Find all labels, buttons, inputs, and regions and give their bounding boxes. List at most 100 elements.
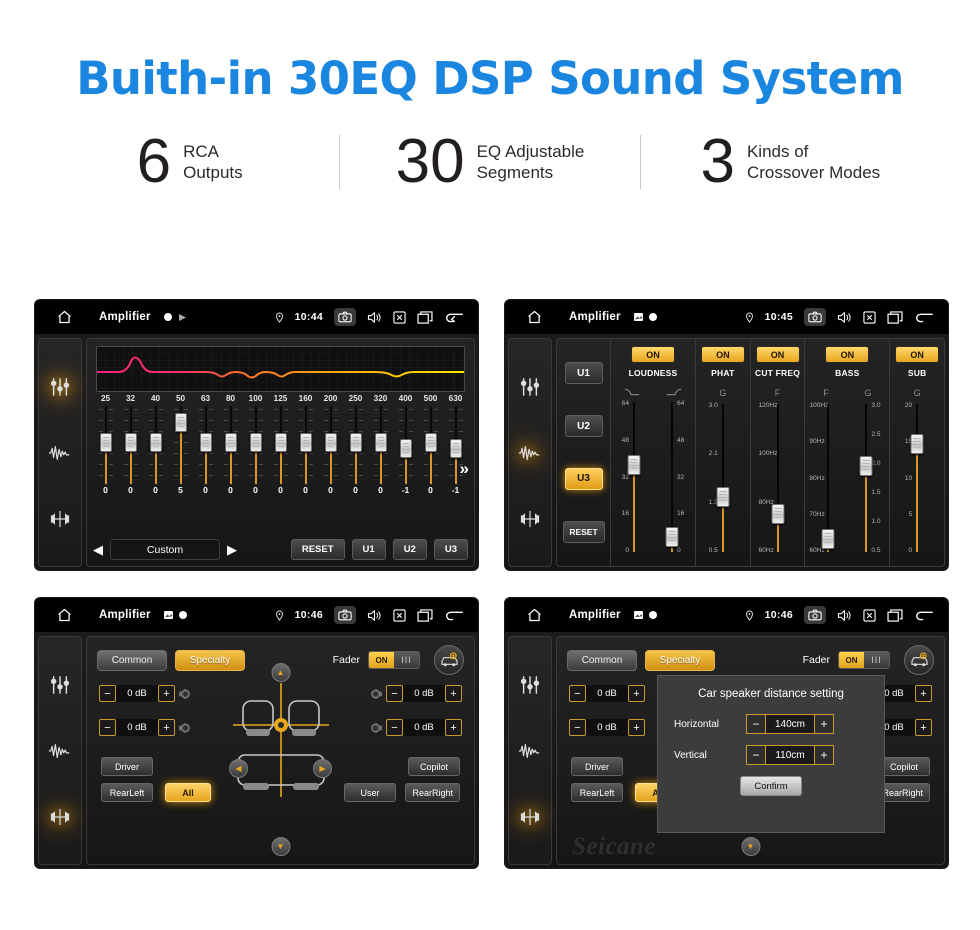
volume-icon[interactable]: [367, 311, 382, 324]
on-toggle-button[interactable]: ON: [631, 346, 675, 363]
back-icon[interactable]: [914, 311, 934, 324]
fader-toggle[interactable]: ON III: [368, 651, 420, 669]
slider-knob[interactable]: [299, 433, 312, 453]
next-page-icon[interactable]: »: [460, 459, 469, 479]
fader-toggle[interactable]: ON III: [838, 651, 890, 669]
eq-slider[interactable]: [368, 406, 393, 484]
dsp-slider[interactable]: 64 48 32 16 0: [653, 400, 691, 560]
dsp-slider[interactable]: 3.0 2.1 1.3 0.5: [704, 402, 742, 560]
eq-slider[interactable]: [118, 406, 143, 484]
seat-button-driver[interactable]: Driver: [571, 757, 623, 776]
slider-knob[interactable]: [665, 527, 679, 547]
nudge-left-button[interactable]: ◀: [229, 759, 248, 778]
recent-apps-icon[interactable]: [887, 608, 903, 622]
volume-icon[interactable]: [367, 609, 382, 622]
back-icon[interactable]: [914, 609, 934, 622]
increase-button[interactable]: +: [814, 745, 834, 765]
increase-button[interactable]: +: [445, 685, 462, 702]
eq-slider[interactable]: [93, 406, 118, 484]
eq-slider[interactable]: [293, 406, 318, 484]
mute-icon[interactable]: [393, 608, 406, 622]
camera-icon[interactable]: [804, 308, 826, 326]
waveform-icon[interactable]: [518, 742, 542, 760]
balance-icon[interactable]: [519, 509, 541, 529]
balance-icon[interactable]: [49, 807, 71, 827]
car-distance-icon[interactable]: [434, 645, 464, 675]
dsp-slider[interactable]: 64 48 32 16 0: [615, 400, 653, 560]
dsp-slider[interactable]: 100Hz 90Hz 80Hz 70Hz 60Hz: [809, 402, 847, 560]
nudge-up-button[interactable]: ▲: [271, 663, 290, 682]
recent-apps-icon[interactable]: [887, 310, 903, 324]
eq-slider[interactable]: [393, 406, 418, 484]
slider-knob[interactable]: [274, 433, 287, 453]
u1-button[interactable]: U1: [564, 362, 603, 385]
tab-specialty[interactable]: Specialty: [645, 649, 715, 671]
nudge-right-button[interactable]: ▶: [313, 759, 332, 778]
dsp-slider[interactable]: 20 15 10 5 0: [898, 402, 936, 560]
u3-button[interactable]: U3: [433, 539, 468, 560]
slider-knob[interactable]: [249, 433, 262, 453]
seat-button-all[interactable]: All: [165, 783, 211, 802]
home-icon[interactable]: [47, 309, 81, 325]
car-distance-icon[interactable]: [904, 645, 934, 675]
reset-button[interactable]: RESET: [290, 539, 345, 560]
slider-knob[interactable]: [716, 487, 730, 508]
increase-button[interactable]: +: [915, 719, 932, 736]
car-seat-diagram[interactable]: [221, 675, 341, 805]
camera-icon[interactable]: [334, 606, 356, 624]
equalizer-icon[interactable]: [49, 675, 71, 695]
increase-button[interactable]: +: [628, 719, 645, 736]
slider-knob[interactable]: [224, 433, 237, 453]
seat-button-rearleft[interactable]: RearLeft: [571, 783, 623, 802]
home-icon[interactable]: [47, 607, 81, 623]
home-icon[interactable]: [517, 309, 551, 325]
eq-slider[interactable]: [243, 406, 268, 484]
slider-knob[interactable]: [99, 433, 112, 453]
recent-apps-icon[interactable]: [417, 310, 433, 324]
slider-knob[interactable]: [399, 438, 412, 458]
eq-slider[interactable]: [343, 406, 368, 484]
slider-knob[interactable]: [124, 433, 137, 453]
eq-slider[interactable]: [268, 406, 293, 484]
u2-button[interactable]: U2: [564, 415, 603, 438]
decrease-button[interactable]: −: [569, 719, 586, 736]
volume-icon[interactable]: [837, 609, 852, 622]
volume-icon[interactable]: [837, 311, 852, 324]
back-icon[interactable]: [444, 311, 464, 324]
preset-name[interactable]: Custom: [110, 539, 220, 560]
eq-slider[interactable]: [318, 406, 343, 484]
u1-button[interactable]: U1: [351, 539, 386, 560]
mute-icon[interactable]: [863, 310, 876, 324]
waveform-icon[interactable]: [518, 444, 542, 462]
confirm-button[interactable]: Confirm: [740, 776, 802, 796]
back-icon[interactable]: [444, 609, 464, 622]
decrease-button[interactable]: −: [386, 685, 403, 702]
seat-button-user[interactable]: User: [344, 783, 396, 802]
eq-slider[interactable]: [193, 406, 218, 484]
balance-icon[interactable]: [49, 509, 71, 529]
decrease-button[interactable]: −: [99, 719, 116, 736]
dsp-slider[interactable]: 3.0 2.5 2.0 1.5 1.0 0.5: [847, 402, 885, 560]
nudge-down-button[interactable]: ▼: [271, 837, 290, 856]
seat-button-driver[interactable]: Driver: [101, 757, 153, 776]
eq-slider[interactable]: [168, 406, 193, 484]
increase-button[interactable]: +: [814, 714, 834, 734]
on-toggle-button[interactable]: ON: [700, 346, 745, 363]
mute-icon[interactable]: [393, 310, 406, 324]
camera-icon[interactable]: [334, 308, 356, 326]
on-toggle-button[interactable]: ON: [825, 346, 870, 363]
slider-knob[interactable]: [449, 438, 462, 458]
slider-knob[interactable]: [771, 503, 784, 524]
recent-apps-icon[interactable]: [417, 608, 433, 622]
increase-button[interactable]: +: [915, 685, 932, 702]
slider-knob[interactable]: [324, 433, 337, 453]
slider-knob[interactable]: [174, 413, 187, 433]
increase-button[interactable]: +: [445, 719, 462, 736]
tab-common[interactable]: Common: [97, 649, 167, 671]
seat-button-copilot[interactable]: Copilot: [408, 757, 460, 776]
eq-slider[interactable]: [418, 406, 443, 484]
reset-button[interactable]: RESET: [562, 520, 605, 543]
waveform-icon[interactable]: [48, 444, 72, 462]
u2-button[interactable]: U2: [392, 539, 427, 560]
slider-knob[interactable]: [424, 433, 437, 453]
